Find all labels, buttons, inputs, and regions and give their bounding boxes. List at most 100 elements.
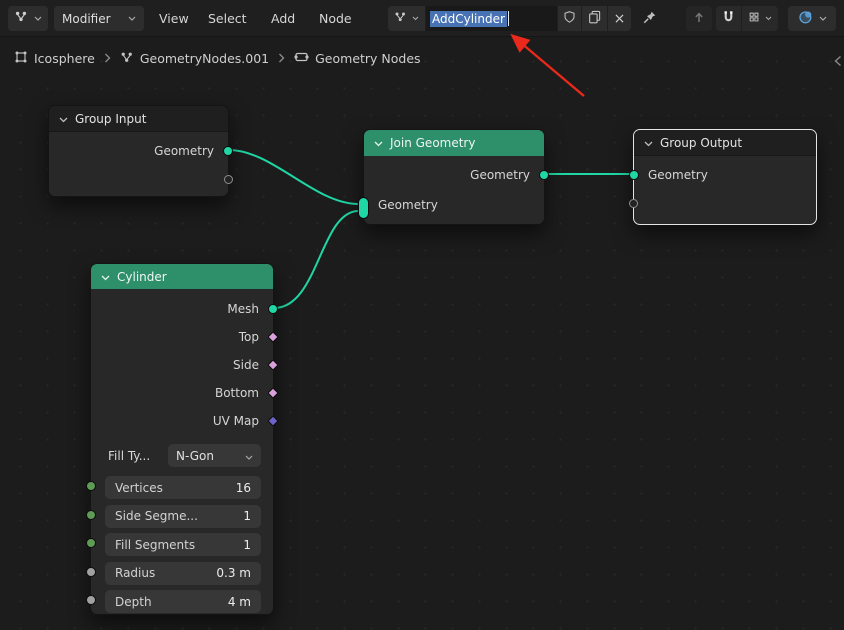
field-radius[interactable]: Radius 0.3 m bbox=[105, 561, 261, 585]
socket-input-fill-segments[interactable] bbox=[86, 538, 96, 548]
output-row-geometry: Geometry bbox=[364, 160, 544, 190]
go-to-parent-tree-button[interactable] bbox=[686, 6, 712, 31]
field-value: 4 m bbox=[227, 594, 251, 609]
field-fill-segments[interactable]: Fill Segments 1 bbox=[105, 533, 261, 556]
socket-input-side-segments[interactable] bbox=[86, 510, 96, 520]
node-group-icon bbox=[294, 50, 309, 67]
node-header[interactable]: Group Output bbox=[634, 130, 816, 156]
nodetree-icon bbox=[120, 51, 134, 67]
output-row-geometry: Geometry bbox=[49, 136, 228, 166]
chevron-down-icon bbox=[412, 16, 419, 21]
field-label: Fill Segments bbox=[115, 537, 196, 552]
breadcrumb-label: GeometryNodes.001 bbox=[139, 51, 270, 66]
browse-nodetree-button[interactable] bbox=[388, 6, 425, 31]
socket-input-geometry[interactable] bbox=[629, 170, 639, 180]
socket-output-virtual[interactable] bbox=[224, 175, 233, 184]
parent-tree-arrow-icon bbox=[692, 10, 706, 27]
mode-dropdown[interactable]: Modifier bbox=[54, 6, 144, 31]
node-title: Group Output bbox=[660, 135, 743, 150]
breadcrumb-separator-icon bbox=[278, 51, 285, 66]
node-tree-id-block: AddCylinder × bbox=[388, 6, 631, 31]
menu-add[interactable]: Add bbox=[264, 6, 302, 31]
breadcrumb-item-nodetree: GeometryNodes.001 bbox=[120, 51, 269, 67]
socket-input-radius[interactable] bbox=[86, 567, 96, 577]
collapse-chevron-icon[interactable] bbox=[644, 136, 653, 150]
field-vertices[interactable]: Vertices 16 bbox=[105, 476, 261, 499]
fill-type-dropdown[interactable]: N-Gon bbox=[168, 444, 261, 467]
socket-label: Geometry bbox=[378, 198, 438, 212]
breadcrumb-label: Icosphere bbox=[34, 51, 95, 66]
node-header[interactable]: Cylinder bbox=[91, 264, 273, 289]
socket-label: Geometry bbox=[648, 168, 708, 182]
socket-input-virtual[interactable] bbox=[629, 199, 638, 208]
field-label: Depth bbox=[115, 594, 152, 609]
field-value: 1 bbox=[243, 509, 251, 523]
node-title: Group Input bbox=[75, 111, 147, 126]
chevron-down-icon bbox=[128, 16, 136, 21]
breadcrumb-item-node-group: Geometry Nodes bbox=[294, 50, 421, 67]
field-depth[interactable]: Depth 4 m bbox=[105, 590, 261, 613]
output-row-side: Side bbox=[91, 351, 273, 379]
collapse-chevron-icon[interactable] bbox=[101, 270, 110, 284]
editor-header: Modifier View Select Add Node AddCylinde… bbox=[0, 0, 844, 37]
fill-type-value: N-Gon bbox=[176, 448, 214, 463]
node-tree-name-input[interactable]: AddCylinder bbox=[426, 6, 557, 31]
field-value: 0.3 m bbox=[216, 566, 251, 580]
selected-text: AddCylinder bbox=[430, 10, 507, 27]
output-row-mesh: Mesh bbox=[91, 295, 273, 323]
region-toggle-icon[interactable] bbox=[834, 55, 842, 70]
socket-output-geometry[interactable] bbox=[223, 146, 233, 156]
nodetree-icon bbox=[394, 11, 407, 26]
socket-output-mesh[interactable] bbox=[268, 304, 278, 314]
socket-output-geometry[interactable] bbox=[539, 170, 549, 180]
node-cylinder[interactable]: Cylinder Mesh Top Side Bottom UV Map Fil… bbox=[86, 263, 279, 615]
object-data-icon bbox=[14, 50, 28, 67]
snap-target-dropdown[interactable] bbox=[742, 6, 778, 31]
field-side-segments[interactable]: Side Segme... 1 bbox=[105, 504, 261, 528]
text-cursor bbox=[507, 11, 509, 26]
socket-label: Side bbox=[233, 358, 259, 372]
node-title: Cylinder bbox=[117, 269, 167, 284]
socket-input-vertices[interactable] bbox=[86, 481, 96, 491]
node-editor-icon bbox=[14, 10, 29, 27]
snap-magnet-icon bbox=[722, 10, 735, 27]
overlays-dropdown[interactable] bbox=[788, 6, 836, 31]
fake-user-button[interactable] bbox=[558, 6, 581, 31]
chevron-down-icon bbox=[819, 16, 827, 21]
breadcrumb: Icosphere GeometryNodes.001 Geometry Nod… bbox=[14, 50, 421, 67]
node-title: Join Geometry bbox=[390, 136, 476, 150]
pin-icon bbox=[642, 10, 657, 28]
collapse-chevron-icon[interactable] bbox=[59, 112, 68, 126]
field-value: 1 bbox=[243, 537, 251, 552]
unlink-button[interactable]: × bbox=[608, 6, 631, 31]
field-label: Side Segme... bbox=[115, 509, 198, 523]
editor-type-button[interactable] bbox=[8, 6, 48, 31]
field-label: Radius bbox=[115, 566, 156, 580]
pin-button[interactable] bbox=[638, 6, 661, 31]
menu-view[interactable]: View bbox=[152, 6, 196, 31]
chevron-down-icon bbox=[765, 16, 772, 21]
duplicate-icon bbox=[588, 10, 601, 27]
node-group-output[interactable]: Group Output Geometry bbox=[629, 129, 817, 225]
new-copy-button[interactable] bbox=[582, 6, 607, 31]
socket-multi-input-geometry[interactable] bbox=[358, 197, 369, 219]
field-value: 16 bbox=[235, 480, 251, 495]
menu-select[interactable]: Select bbox=[201, 6, 254, 31]
socket-label: Geometry bbox=[470, 168, 530, 182]
node-header[interactable]: Group Input bbox=[49, 106, 228, 132]
input-row-geometry: Geometry bbox=[364, 190, 544, 220]
menu-node[interactable]: Node bbox=[312, 6, 359, 31]
fill-type-label: Fill Ty... bbox=[108, 448, 151, 463]
mode-dropdown-value: Modifier bbox=[62, 11, 111, 26]
socket-input-depth[interactable] bbox=[86, 595, 96, 605]
collapse-chevron-icon[interactable] bbox=[374, 136, 383, 150]
socket-label: Geometry bbox=[154, 144, 214, 158]
snap-toggle-button[interactable] bbox=[716, 6, 741, 31]
breadcrumb-item-object: Icosphere bbox=[14, 50, 95, 67]
fill-type-row: Fill Ty... N-Gon bbox=[108, 444, 261, 467]
node-join-geometry[interactable]: Join Geometry Geometry Geometry bbox=[358, 129, 549, 225]
node-header[interactable]: Join Geometry bbox=[364, 130, 544, 156]
field-label: Vertices bbox=[115, 480, 163, 495]
chevron-down-icon bbox=[34, 16, 42, 21]
node-group-input[interactable]: Group Input Geometry bbox=[48, 105, 233, 197]
